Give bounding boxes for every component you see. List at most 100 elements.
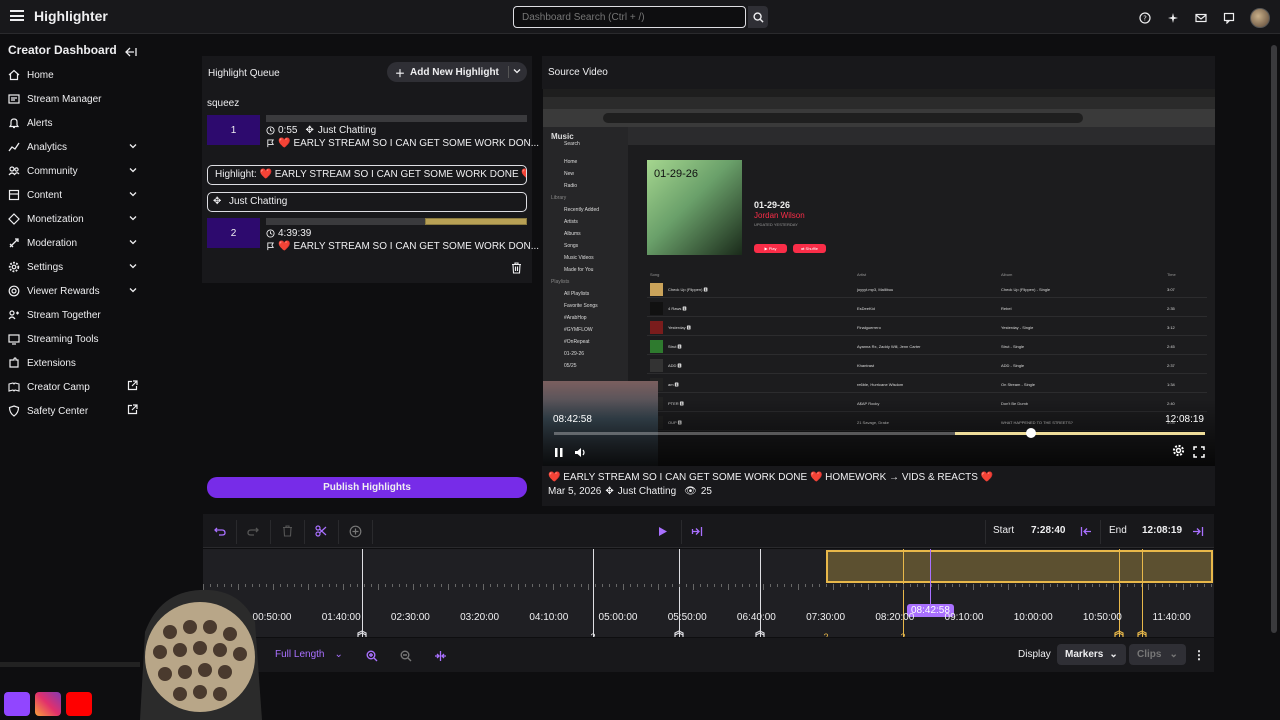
zoom-out-icon[interactable] [400, 649, 412, 667]
sidebar-item-alerts[interactable]: Alerts [8, 114, 140, 132]
search-button[interactable] [748, 6, 768, 28]
settings-icon[interactable] [1172, 444, 1185, 462]
search-icon [752, 11, 764, 23]
pause-icon[interactable] [554, 445, 564, 463]
display-label: Display [1018, 649, 1051, 660]
help-icon[interactable]: ? [1138, 11, 1152, 25]
chevron-down-icon: ⌄ [334, 649, 343, 660]
views-icon: 👁 [684, 486, 697, 497]
chevron-down-icon[interactable] [512, 66, 522, 76]
ruler-tick [1190, 584, 1191, 587]
marker-icon[interactable] [674, 630, 684, 637]
ruler-tick [868, 584, 869, 590]
ruler-tick [504, 584, 505, 587]
start-value[interactable]: 7:28:40 [1031, 525, 1065, 536]
song-title: ADD 🅴 [668, 363, 682, 368]
chevron-down-icon [128, 261, 138, 274]
video-progress-bar[interactable] [554, 428, 1205, 438]
redo-icon[interactable] [246, 524, 260, 538]
sidebar-item-stream-manager[interactable]: Stream Manager [8, 90, 140, 108]
queue-item-number[interactable]: 2 [207, 218, 260, 248]
ruler-tick [784, 584, 785, 587]
ruler-tick [917, 584, 918, 587]
video-player[interactable]: Music Search Home New Radio Library Recently … [543, 89, 1215, 466]
scrollbar[interactable] [1271, 45, 1277, 633]
user-avatar[interactable] [1250, 8, 1270, 28]
ruler-tick [595, 584, 596, 587]
inbox-icon[interactable] [1194, 11, 1208, 25]
marker-icon[interactable] [1137, 630, 1147, 637]
selected-range[interactable] [826, 550, 1213, 583]
ruler-tick [819, 584, 820, 587]
set-start-icon[interactable] [1079, 524, 1093, 538]
collapse-icon[interactable] [125, 44, 137, 62]
ruler-tick [462, 584, 463, 587]
sidebar-item-monetization[interactable]: Monetization [8, 210, 140, 228]
search-input[interactable] [513, 6, 746, 28]
sidebar-item-extensions[interactable]: Extensions [8, 354, 140, 372]
play-button: ▶ Play [754, 244, 787, 253]
fit-icon[interactable] [434, 649, 447, 667]
sidebar-item-stream-together[interactable]: Stream Together [8, 306, 140, 324]
playlist-artist: Jordan Wilson [754, 211, 805, 220]
ruler-tick [420, 584, 421, 587]
marker-icon[interactable] [357, 630, 367, 637]
music-sidebar-item: Library [551, 195, 567, 201]
ruler-tick [1092, 584, 1093, 587]
play-icon[interactable] [656, 524, 670, 538]
sidebar-item-content[interactable]: Content [8, 186, 140, 204]
queue-title: Highlight Queue [208, 68, 280, 79]
timeline-track[interactable]: 08:42:58 00:50:00 01:40:00 02:30:00 03:20:0… [203, 549, 1214, 637]
scissors-icon[interactable] [314, 524, 328, 538]
clips-dropdown[interactable]: Clips ⌄ [1129, 644, 1186, 665]
sidebar-item-label: Stream Manager [27, 93, 102, 105]
menu-icon[interactable] [10, 10, 24, 21]
sidebar-item-home[interactable]: Home [8, 66, 140, 84]
highlight-title-field[interactable]: Highlight: ❤️ EARLY STREAM SO I CAN GET … [207, 165, 527, 185]
zoom-in-icon[interactable] [366, 649, 378, 667]
volume-icon[interactable] [574, 445, 587, 463]
end-value[interactable]: 12:08:19 [1142, 525, 1182, 536]
ruler-tick [350, 584, 351, 587]
delete-icon[interactable] [280, 524, 294, 538]
ruler-tick [574, 584, 575, 587]
ruler-tick [637, 584, 638, 587]
sidebar-item-moderation[interactable]: Moderation [8, 234, 140, 252]
progress-knob[interactable] [1026, 428, 1036, 438]
ruler-tick [1211, 584, 1212, 587]
ruler-tick [441, 584, 442, 587]
marker-icon[interactable] [755, 630, 765, 637]
trash-icon[interactable] [511, 261, 522, 279]
undo-icon[interactable] [213, 524, 227, 538]
publish-highlights-button[interactable]: Publish Highlights [207, 477, 527, 498]
sidebar-item-community[interactable]: Community [8, 162, 140, 180]
more-options-icon[interactable]: ⋮ [1193, 648, 1205, 662]
sidebar-item-analytics[interactable]: Analytics [8, 138, 140, 156]
jump-to-end-icon[interactable] [690, 524, 704, 538]
fullscreen-icon[interactable] [1193, 445, 1205, 463]
sparkle-icon[interactable] [1166, 11, 1180, 25]
sidebar-item-safety-center[interactable]: Safety Center [8, 402, 140, 420]
category-field[interactable]: ✥ Just Chatting [207, 192, 527, 212]
whispers-icon[interactable] [1222, 11, 1236, 25]
ruler-tick [889, 584, 890, 587]
zoom-select[interactable]: Full Length ⌄ [275, 649, 343, 660]
sidebar-item-streaming-tools[interactable]: Streaming Tools [8, 330, 140, 348]
ruler-tick [609, 584, 610, 587]
chevron-down-icon: ⌄ [1109, 649, 1118, 660]
markers-dropdown[interactable]: Markers ⌄ [1057, 644, 1126, 665]
ruler-tick [616, 584, 617, 587]
sidebar-item-settings[interactable]: Settings [8, 258, 140, 276]
add-clip-icon[interactable] [348, 524, 362, 538]
playhead[interactable] [930, 549, 931, 609]
queue-item-number[interactable]: 1 [207, 115, 260, 145]
extensions-icon [8, 357, 20, 369]
add-highlight-button[interactable]: ＋ Add New Highlight [387, 62, 527, 82]
sidebar-item-viewer-rewards[interactable]: Viewer Rewards [8, 282, 140, 300]
ruler-tick [343, 584, 344, 590]
song-title: 4 Raws 🅴 [668, 306, 687, 311]
ruler-tick [707, 584, 708, 587]
set-end-icon[interactable] [1191, 524, 1205, 538]
marker-icon[interactable] [1114, 630, 1124, 637]
sidebar-item-creator-camp[interactable]: Creator Camp [8, 378, 140, 396]
